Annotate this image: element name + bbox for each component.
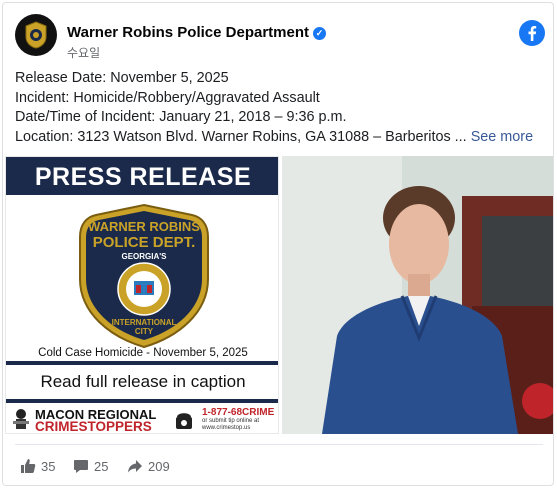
crimestoppers-mascot-icon: [13, 409, 29, 429]
facebook-logo-icon[interactable]: [519, 20, 545, 46]
read-full-caption: Read full release in caption: [40, 372, 246, 391]
post-header: Warner Robins Police Department ✓ 수요일: [15, 14, 545, 61]
like-count: 35: [41, 458, 56, 474]
victim-portrait-image: [282, 156, 553, 434]
press-release-banner: PRESS RELEASE: [6, 157, 278, 195]
avatar-badge-icon: [25, 21, 47, 49]
badge-text-georgias: GEORGIA'S: [121, 252, 167, 261]
post-images: PRESS RELEASE WARNER ROBINS POLICE DEPT.…: [5, 156, 553, 434]
post-text-line: Location: 3123 Watson Blvd. Warner Robin…: [15, 128, 467, 145]
see-more-link[interactable]: See more: [471, 129, 533, 145]
badge-text-international: INTERNATIONAL: [112, 318, 177, 327]
police-badge-image: WARNER ROBINS POLICE DEPT. GEORGIA'S INT…: [79, 203, 209, 349]
cold-case-caption: Cold Case Homicide - November 5, 2025: [38, 347, 248, 359]
like-icon: [21, 459, 36, 473]
phone-icon: [176, 413, 192, 429]
like-button[interactable]: 35: [20, 455, 55, 477]
share-icon: [128, 460, 142, 473]
badge-text-top: WARNER ROBINS: [88, 219, 200, 234]
badge-text-city: CITY: [135, 327, 154, 336]
page-avatar[interactable]: [15, 14, 57, 56]
press-release-flyer[interactable]: PRESS RELEASE WARNER ROBINS POLICE DEPT.…: [5, 156, 279, 434]
post-timestamp[interactable]: 수요일: [67, 44, 100, 61]
actions-divider: [15, 444, 543, 445]
post-text-line: Date/Time of Incident: January 21, 2018 …: [15, 109, 347, 126]
page-name-link[interactable]: Warner Robins Police Department ✓: [67, 24, 326, 41]
crimestoppers-phone: 1-877-68CRIME: [202, 407, 275, 418]
badge-text-dept: POLICE DEPT.: [93, 234, 196, 251]
flyer-divider: [6, 361, 278, 365]
facebook-post-card: Warner Robins Police Department ✓ 수요일 Rel…: [2, 2, 554, 486]
comment-count: 25: [94, 458, 109, 474]
share-button[interactable]: 209: [127, 455, 170, 477]
post-text-line: Release Date: November 5, 2025: [15, 70, 229, 86]
comment-button[interactable]: 25: [73, 455, 108, 477]
crimestoppers-line2: CRIMESTOPPERS: [35, 419, 152, 434]
share-count: 209: [148, 458, 170, 474]
page-name[interactable]: Warner Robins Police Department: [67, 24, 309, 41]
verified-icon: ✓: [313, 27, 326, 40]
victim-photo[interactable]: [282, 156, 553, 434]
post-text-line: Incident: Homicide/Robbery/Aggravated As…: [15, 89, 320, 106]
post-body-text: Release Date: November 5, 2025 Incident:…: [15, 69, 547, 147]
flyer-divider: [6, 399, 278, 403]
comment-icon: [74, 460, 88, 473]
crimestoppers-footer: MACON REGIONAL CRIMESTOPPERS 1-877-68CRI…: [6, 405, 278, 434]
crimestoppers-online: or submit tip online at www.crimestop.us: [202, 418, 260, 431]
post-text-line-last: Location: 3123 Watson Blvd. Warner Robin…: [15, 128, 547, 148]
